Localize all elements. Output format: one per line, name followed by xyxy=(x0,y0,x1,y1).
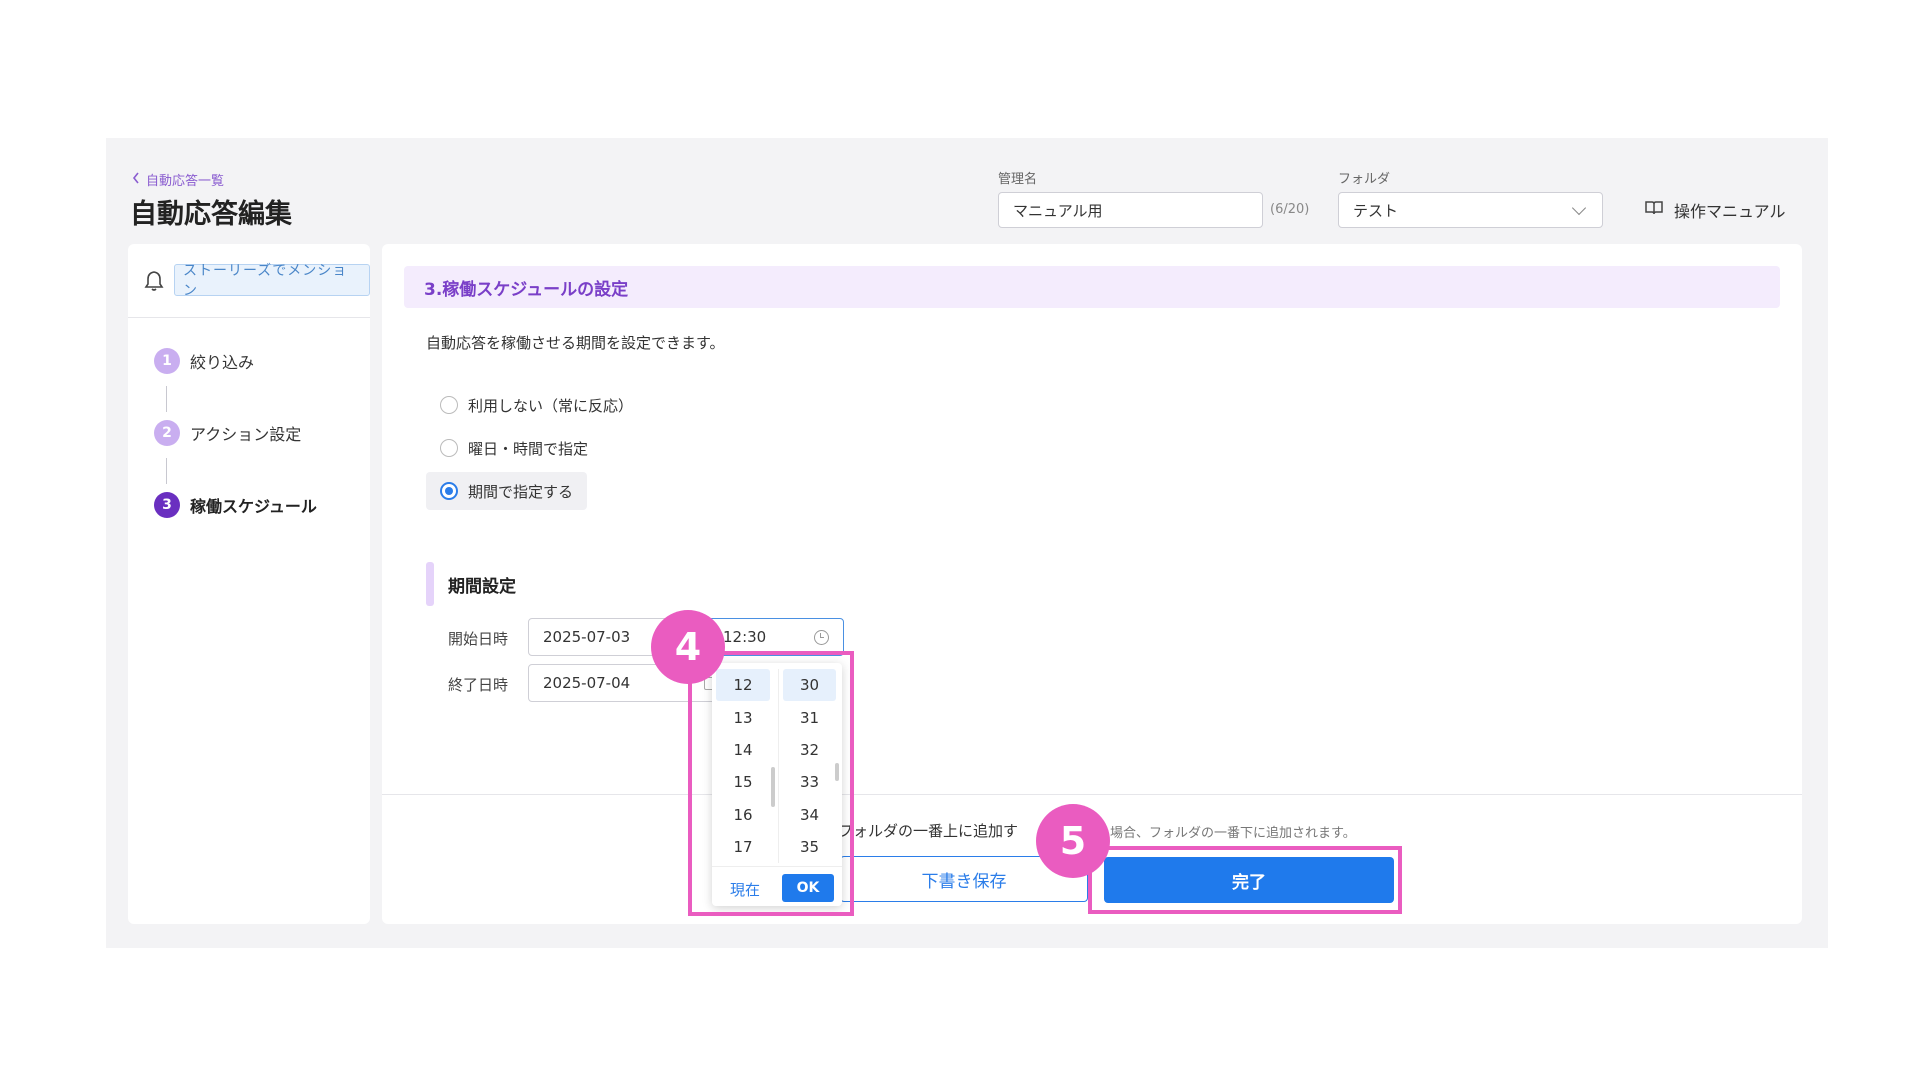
clock-icon xyxy=(814,630,829,645)
folder-select[interactable]: テスト xyxy=(1338,192,1603,228)
radio-button[interactable] xyxy=(440,482,458,500)
trigger-tag: ストーリーズでメンション xyxy=(174,263,370,299)
step-label: 稼働スケジュール xyxy=(190,497,317,516)
manual-link[interactable]: 操作マニュアル xyxy=(1644,198,1786,222)
highlight-box-5 xyxy=(1088,846,1402,914)
step-number: 2 xyxy=(154,420,180,446)
step-badge-4: 4 xyxy=(651,610,725,684)
name-input-value: マニュアル用 xyxy=(1013,201,1103,220)
step-item-3[interactable]: 3 稼働スケジュール xyxy=(154,492,317,518)
period-title: 期間設定 xyxy=(448,577,516,597)
end-date-value: 2025-07-04 xyxy=(543,674,631,692)
radio-button[interactable] xyxy=(440,439,458,457)
section-title: 3.稼働スケジュールの設定 xyxy=(404,266,1780,308)
end-label: 終了日時 xyxy=(448,676,509,694)
folder-field-label: フォルダ xyxy=(1338,172,1391,187)
step-badge-5: 5 xyxy=(1036,804,1110,878)
folder-select-value: テスト xyxy=(1353,201,1399,220)
start-label: 開始日時 xyxy=(448,630,509,648)
start-time-value: 12:30 xyxy=(723,628,767,646)
radio-button[interactable] xyxy=(440,396,458,414)
step-number: 3 xyxy=(154,492,180,518)
footer-divider xyxy=(382,794,1802,795)
bell-icon xyxy=(144,270,164,296)
step-item-1[interactable]: 1 絞り込み xyxy=(154,348,254,374)
step-label: 絞り込み xyxy=(190,353,255,372)
page-title: 自動応答編集 xyxy=(130,199,292,230)
name-input[interactable]: マニュアル用 xyxy=(998,192,1263,228)
radio-label: 期間で指定する xyxy=(468,482,574,501)
step-connector xyxy=(166,458,167,484)
sidebar: ストーリーズでメンション 1 絞り込み 2 アクション設定 3 稼働スケジュール xyxy=(128,244,370,924)
radio-option-period[interactable]: 期間で指定する xyxy=(426,472,588,510)
section-description: 自動応答を稼働させる期間を設定できます。 xyxy=(426,334,725,352)
highlight-box-4 xyxy=(688,651,854,916)
manual-link-label: 操作マニュアル xyxy=(1674,202,1786,221)
step-number: 1 xyxy=(154,348,180,374)
chevron-left-icon xyxy=(132,172,140,188)
radio-label: 利用しない（常に反応） xyxy=(468,396,634,415)
book-icon xyxy=(1644,200,1664,220)
step-label: アクション設定 xyxy=(190,425,302,444)
back-link[interactable]: 自動応答一覧 xyxy=(132,170,224,189)
sidebar-trigger: ストーリーズでメンション xyxy=(128,244,370,318)
start-date-value: 2025-07-03 xyxy=(543,628,631,646)
step-connector xyxy=(166,386,167,412)
radio-option-weekday[interactable]: 曜日・時間で指定 xyxy=(426,429,602,467)
footer-note-left: フォルダの一番上に追加す xyxy=(838,822,1019,840)
name-field-label: 管理名 xyxy=(998,172,1038,187)
back-link-label: 自動応答一覧 xyxy=(146,174,225,189)
footer-note-right: 場合、フォルダの一番下に追加されます。 xyxy=(1110,826,1356,841)
name-counter: (6/20) xyxy=(1270,202,1310,217)
step-item-2[interactable]: 2 アクション設定 xyxy=(154,420,301,446)
radio-option-none[interactable]: 利用しない（常に反応） xyxy=(426,386,647,424)
subsection-accent xyxy=(426,562,434,606)
chevron-down-icon xyxy=(1571,200,1587,216)
radio-label: 曜日・時間で指定 xyxy=(468,439,589,458)
